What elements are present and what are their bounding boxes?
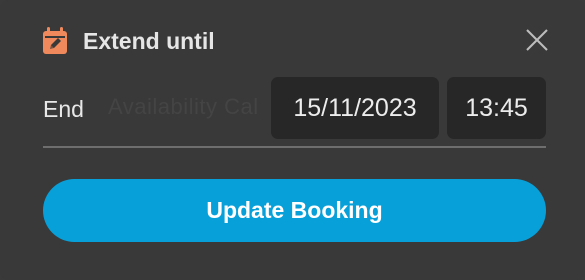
end-label: End	[43, 96, 84, 122]
update-booking-button[interactable]: Update Booking	[43, 179, 546, 242]
dialog-title: Extend until	[83, 27, 215, 54]
end-date-field[interactable]: 15/11/2023	[271, 77, 439, 139]
background-ghost-text: Availability Cal	[108, 94, 259, 119]
dialog-header: Extend until	[42, 24, 551, 58]
close-icon[interactable]	[523, 26, 551, 54]
divider	[43, 146, 546, 148]
end-time-field[interactable]: 13:45	[447, 77, 546, 139]
calendar-edit-icon	[42, 27, 68, 55]
extend-booking-dialog: Availability Cal Extend until End 15/11/…	[0, 0, 585, 280]
